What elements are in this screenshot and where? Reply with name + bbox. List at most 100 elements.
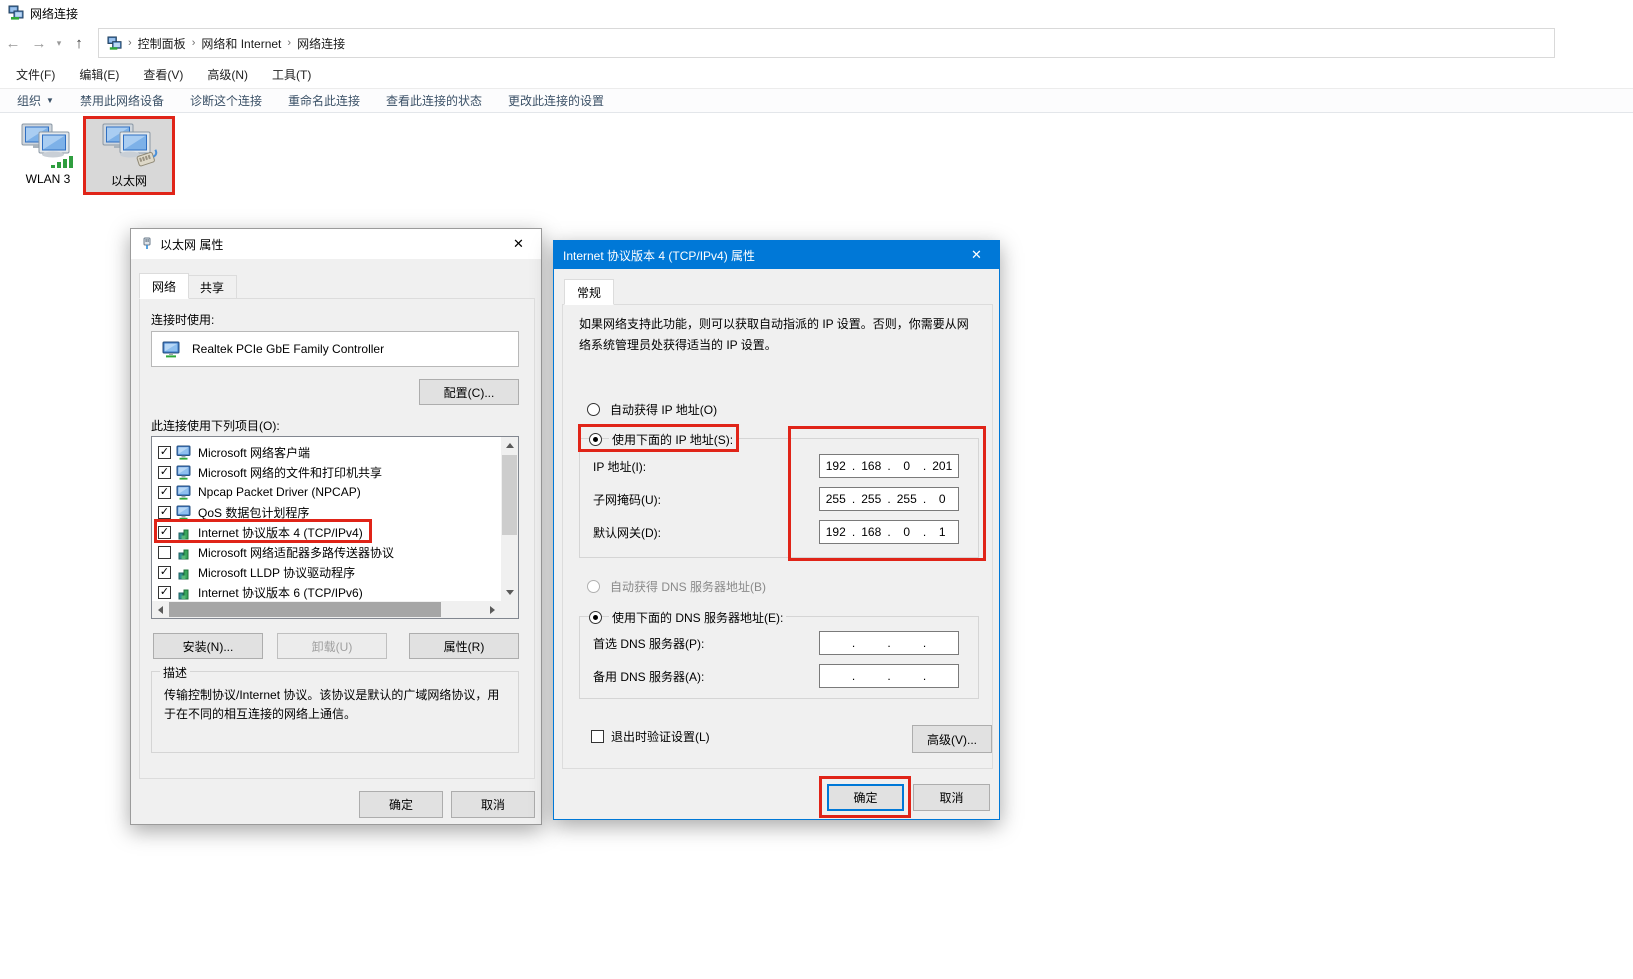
protocol-item[interactable]: ✓ Microsoft 网络的文件和打印机共享 — [152, 462, 501, 482]
octet-separator: . — [852, 636, 856, 650]
octet-value[interactable]: 0 — [927, 492, 959, 506]
octet-value[interactable]: 255 — [820, 492, 852, 506]
radio-auto-ip-control[interactable] — [587, 403, 600, 416]
uninstall-button[interactable]: 卸载(U) — [277, 633, 387, 659]
navigation-bar: ← → ▾ ↑ ›控制面板›网络和 Internet›网络连接 — [0, 26, 1633, 60]
protocol-item-label: Microsoft 网络客户端 — [198, 444, 310, 461]
radio-manual-dns-control[interactable] — [589, 611, 602, 624]
vertical-scroll-thumb[interactable] — [502, 455, 517, 535]
vertical-scrollbar[interactable] — [501, 437, 518, 601]
toolbar-item[interactable]: 更改此连接的设置 — [508, 92, 604, 109]
toolbar-item[interactable]: 禁用此网络设备 — [80, 92, 164, 109]
protocol-checkbox[interactable]: ✓ — [158, 486, 171, 499]
close-icon[interactable]: ✕ — [496, 229, 541, 259]
subnet-field[interactable]: 255.255.255.0 — [819, 487, 959, 511]
menu-item[interactable]: 工具(T) — [268, 63, 315, 86]
tab-sharing[interactable]: 共享 — [187, 275, 237, 299]
toolbar-item[interactable]: 诊断这个连接 — [190, 92, 262, 109]
breadcrumb-item[interactable]: 控制面板 — [134, 35, 190, 52]
scrollbar-corner — [501, 601, 518, 618]
ip-address-field[interactable]: 192.168.0.201 — [819, 454, 959, 478]
radio-auto-ip[interactable]: 自动获得 IP 地址(O) — [587, 401, 720, 418]
horizontal-scroll-thumb[interactable] — [169, 602, 441, 617]
octet-separator: . — [852, 669, 856, 683]
protocol-checkbox[interactable]: ✓ — [158, 566, 171, 579]
protocol-item[interactable]: ✓ Internet 协议版本 6 (TCP/IPv6) — [152, 582, 501, 601]
gateway-field[interactable]: 192.168.0.1 — [819, 520, 959, 544]
protocol-item[interactable]: ✓ Microsoft 网络客户端 — [152, 442, 501, 462]
back-icon[interactable]: ← — [0, 30, 26, 56]
properties-button[interactable]: 属性(R) — [409, 633, 519, 659]
octet-value[interactable]: 168 — [856, 459, 888, 473]
ethernet-ok-button[interactable]: 确定 — [359, 791, 443, 818]
dns-preferred-field[interactable]: ... — [819, 631, 959, 655]
toolbar-item[interactable]: 重命名此连接 — [288, 92, 360, 109]
radio-manual-dns[interactable]: 使用下面的 DNS 服务器地址(E): — [589, 609, 786, 626]
scroll-right-icon[interactable] — [484, 601, 501, 618]
ethernet-tile-label: 以太网 — [111, 172, 147, 189]
menu-item[interactable]: 查看(V) — [139, 63, 187, 86]
organize-menu-button[interactable]: 组织 ▼ — [17, 92, 54, 109]
protocol-item[interactable]: ✓QoS 数据包计划程序 — [152, 502, 501, 522]
protocol-item[interactable]: ✓Internet 协议版本 4 (TCP/IPv4) — [152, 522, 501, 542]
menu-item[interactable]: 高级(N) — [203, 63, 252, 86]
tab-network[interactable]: 网络 — [139, 273, 189, 299]
advanced-button[interactable]: 高级(V)... — [912, 725, 992, 753]
octet-value[interactable]: 1 — [927, 525, 959, 539]
octet-value[interactable]: 201 — [927, 459, 959, 473]
advanced-button-label: 高级(V)... — [927, 731, 977, 748]
up-icon[interactable]: ↑ — [66, 30, 92, 56]
validate-settings-checkbox[interactable]: 退出时验证设置(L) — [591, 728, 710, 745]
protocol-checkbox[interactable]: ✓ — [158, 586, 171, 599]
scroll-down-icon[interactable] — [501, 584, 518, 601]
protocol-checkbox[interactable]: ✓ — [158, 446, 171, 459]
ethernet-ok-label: 确定 — [389, 796, 413, 813]
adapter-box: Realtek PCIe GbE Family Controller — [151, 331, 519, 367]
protocol-checkbox[interactable]: ✓ — [158, 506, 171, 519]
protocol-item[interactable]: Microsoft 网络适配器多路传送器协议 — [152, 542, 501, 562]
forward-icon[interactable]: → — [26, 30, 52, 56]
radio-manual-ip[interactable]: 使用下面的 IP 地址(S): — [589, 431, 736, 448]
menu-item[interactable]: 文件(F) — [12, 63, 59, 86]
octet-value[interactable]: 168 — [856, 525, 888, 539]
dns-alternate-field[interactable]: ... — [819, 664, 959, 688]
dns-preferred-label: 首选 DNS 服务器(P): — [593, 635, 704, 652]
configure-button[interactable]: 配置(C)... — [419, 379, 519, 405]
protocol-item[interactable]: ✓Microsoft LLDP 协议驱动程序 — [152, 562, 501, 582]
ipv4-ok-button[interactable]: 确定 — [827, 784, 904, 811]
install-button[interactable]: 安装(N)... — [153, 633, 263, 659]
scroll-left-icon[interactable] — [152, 601, 169, 618]
subnet-row: 子网掩码(U): 255.255.255.0 — [593, 487, 959, 511]
history-caret-icon[interactable]: ▾ — [52, 38, 66, 49]
octet-value[interactable]: 0 — [891, 459, 923, 473]
connection-tile-wlan[interactable]: WLAN 3 — [14, 118, 82, 193]
radio-manual-ip-control[interactable] — [589, 433, 602, 446]
octet-value[interactable]: 192 — [820, 525, 852, 539]
items-list-label: 此连接使用下列项目(O): — [151, 417, 280, 434]
ethernet-cancel-button[interactable]: 取消 — [451, 791, 535, 818]
protocol-checkbox[interactable]: ✓ — [158, 526, 171, 539]
validate-checkbox-control[interactable] — [591, 730, 604, 743]
breadcrumb-item[interactable]: 网络和 Internet — [197, 35, 285, 52]
octet-value[interactable]: 255 — [891, 492, 923, 506]
octet-value[interactable]: 192 — [820, 459, 852, 473]
octet-value[interactable]: 255 — [856, 492, 888, 506]
menu-item[interactable]: 编辑(E) — [75, 63, 123, 86]
connection-tile-ethernet[interactable]: 以太网 — [86, 118, 172, 193]
protocol-item-label: Internet 协议版本 6 (TCP/IPv6) — [198, 584, 363, 601]
protocol-checkbox[interactable] — [158, 546, 171, 559]
protocol-item-label: Microsoft 网络的文件和打印机共享 — [198, 464, 382, 481]
install-button-label: 安装(N)... — [183, 638, 234, 655]
address-bar[interactable]: ›控制面板›网络和 Internet›网络连接 — [98, 28, 1555, 58]
toolbar-item[interactable]: 查看此连接的状态 — [386, 92, 482, 109]
close-icon[interactable]: ✕ — [954, 241, 999, 269]
breadcrumb-item[interactable]: 网络连接 — [293, 35, 349, 52]
ipv4-cancel-button[interactable]: 取消 — [913, 784, 990, 811]
octet-separator: . — [923, 669, 927, 683]
horizontal-scrollbar[interactable] — [152, 601, 501, 618]
protocol-item[interactable]: ✓Npcap Packet Driver (NPCAP) — [152, 482, 501, 502]
octet-value[interactable]: 0 — [891, 525, 923, 539]
tab-general[interactable]: 常规 — [564, 279, 614, 305]
protocol-checkbox[interactable]: ✓ — [158, 466, 171, 479]
scroll-up-icon[interactable] — [501, 437, 518, 454]
